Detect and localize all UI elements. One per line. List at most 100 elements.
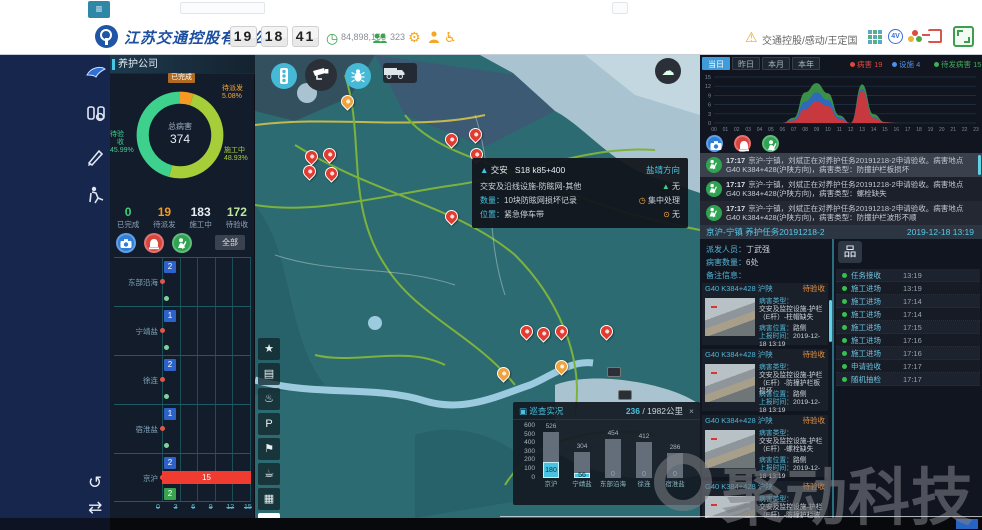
menu-icon[interactable]: ≡ [88,1,110,18]
company-row[interactable]: 2徐连 [114,355,251,404]
bar-x-label: 宿淮盐 [655,478,695,488]
apps-grid-icon[interactable] [868,30,882,44]
card-time-field: 上报时间：2019-12-18 13:19 [759,465,826,481]
timeline-row[interactable]: 施工进场17:14 [836,308,980,321]
bar-total-label: 286 [667,444,683,451]
tab-当日[interactable]: 当日 [702,57,730,70]
maintenance-nav-icon[interactable] [84,185,108,209]
company-label: 宿淮盐 [114,424,158,435]
blue-count-badge: 2 [164,457,176,469]
disease-card[interactable]: G40 K384+428 沪陕待验收病害类型：交安及监控设施-护栏（E杆）-防撞… [702,349,828,411]
timeline-row[interactable]: 随机抽检17:17 [836,373,980,386]
window-edge [500,516,982,517]
alarm-filter-button[interactable] [144,233,164,253]
4v-badge-icon[interactable]: 4V [888,29,903,44]
patrol-nav-icon[interactable] [84,63,108,87]
map-canvas[interactable]: ☁ ★▤♨P⚑☕▦≡ ▲ 交安 S18 k85+400 盐靖方向 交安及沿线设施… [255,55,700,518]
company-row[interactable]: 2东部沿海 [114,257,251,306]
card-pos-field: 病害位置：路侧 [759,457,826,465]
popup-close-icon[interactable]: × [689,402,694,420]
person-icon[interactable] [428,31,440,49]
disease-card[interactable]: G40 K384+428 沪陕待验收病害类型：交安及监控设施-护栏（E杆）-螺栓… [702,415,828,477]
signal-layer-button[interactable] [271,63,297,89]
org-chart-icon[interactable]: 品 [838,241,862,263]
legend-item: 待发病害 15 [934,59,981,70]
cctv-layer-button[interactable] [305,59,337,91]
disease-photo[interactable] [705,430,755,468]
timeline-row[interactable]: 施工进场17:15 [836,321,980,334]
stat-cell: 0已完成 [110,205,146,231]
vehicle-marker[interactable] [618,390,632,400]
card-header: G40 K384+428 沪陕待验收 [702,283,828,295]
color-dots-icon[interactable] [908,30,922,43]
timeline-row[interactable]: 施工进场17:16 [836,334,980,347]
company-bar-chart: 2东部沿海1宁靖盐2徐连1宿淮盐2京沪152 [114,257,251,502]
worker-filter-button[interactable] [172,233,192,253]
disease-card[interactable]: G40 K384+428 沪陕待验收病害类型：交安及监控设施-护栏（E杆）-柱帽… [702,283,828,345]
company-label: 京沪 [114,473,158,484]
switch-icon[interactable]: ⇄ [88,498,102,518]
inspect-nav-icon[interactable] [84,103,108,127]
company-row[interactable]: 2京沪152 [114,453,251,502]
undo-icon[interactable]: ↺ [88,473,102,493]
timeline-row[interactable]: 申请验收17:17 [836,360,980,373]
card-scrollbar[interactable] [829,300,832,342]
building-tool-icon[interactable]: ▤ [258,363,280,385]
popup-y-axis: 6005004003002001000 [515,422,535,482]
stat-label: 待验收 [219,219,255,230]
left-nav-rail: ↺ ⇄ [0,55,110,518]
svg-text:21: 21 [950,127,956,133]
bug-layer-button[interactable] [345,63,371,89]
fullscreen-icon[interactable] [953,26,974,47]
service-tool-icon[interactable]: ☕ [258,463,280,485]
stat-value: 0 [110,205,146,219]
company-title: 江苏交通控股有限公司 [124,27,284,48]
logout-icon[interactable] [928,29,942,43]
worker-event-filter[interactable] [762,135,779,152]
report-nav-icon[interactable] [84,147,108,171]
camera-event-filter[interactable] [706,135,723,152]
alarm-event-filter[interactable] [734,135,751,152]
timeline-row[interactable]: 施工进场17:14 [836,295,980,308]
tab-本年[interactable]: 本年 [792,57,820,70]
svg-text:05: 05 [768,127,774,133]
task-bar[interactable]: 京沪-宁镇 养护任务20191218-2 2019-12-18 13:19 [700,225,982,239]
star-tool-icon[interactable]: ★ [258,338,280,360]
truck-layer-button[interactable] [383,63,417,83]
taskbar-strip [110,518,982,530]
online-count: 323 [390,32,405,42]
disease-photo[interactable] [705,298,755,336]
company-row[interactable]: 1 宿淮盐 [114,404,251,453]
filter-all-button[interactable]: 全部 [215,235,245,250]
timeline-row[interactable]: 施工进场13:19 [836,282,980,295]
worker-event-icon [706,157,722,173]
event-row[interactable]: 17:17京沪-宁镇，刘斌正在对养护任务20191218-2申请验收。病害地点G… [700,153,982,177]
camera-filter-button[interactable] [116,233,136,253]
blue-count-badge: 1 [164,408,176,420]
fuel-tool-icon[interactable]: ♨ [258,388,280,410]
left-filter-row: 全部 [114,233,251,255]
timeline-row[interactable]: 任务接收13:19 [836,269,980,282]
timeline-row[interactable]: 施工进场17:16 [836,347,980,360]
trend-series [714,83,976,123]
company-row[interactable]: 1宁靖盐 [114,306,251,355]
stat-cell: 183施工中 [183,205,219,231]
tab-昨日[interactable]: 昨日 [732,57,760,70]
disease-photo[interactable] [705,364,755,402]
parking-tool-icon[interactable]: P [258,413,280,435]
clock-seconds: 41 [292,26,319,47]
vehicle-marker[interactable] [607,367,621,377]
event-row[interactable]: 17:17京沪-宁镇，刘斌正在对养护任务20191218-2申请验收。病害地点G… [700,201,982,225]
svg-text:14: 14 [871,127,877,133]
right-panel: 当日昨日本月本年 病害 19设施 4待发病害 15 03691215000102… [700,55,982,518]
event-scrollbar[interactable] [978,155,981,175]
grid-tool-icon[interactable]: ▦ [258,488,280,510]
gear-icon[interactable]: ⚙ [408,30,421,44]
wheelchair-icon[interactable]: ♿ [444,30,457,44]
svg-text:6: 6 [708,103,711,109]
flag-tool-icon[interactable]: ⚑ [258,438,280,460]
cloud-button[interactable]: ☁ [655,58,681,84]
user-breadcrumb[interactable]: 交通控股/感动/王定国 [762,32,858,47]
event-row[interactable]: 17:17京沪-宁镇，刘斌正在对养护任务20191218-2申请验收。病害地点G… [700,177,982,201]
tab-本月[interactable]: 本月 [762,57,790,70]
